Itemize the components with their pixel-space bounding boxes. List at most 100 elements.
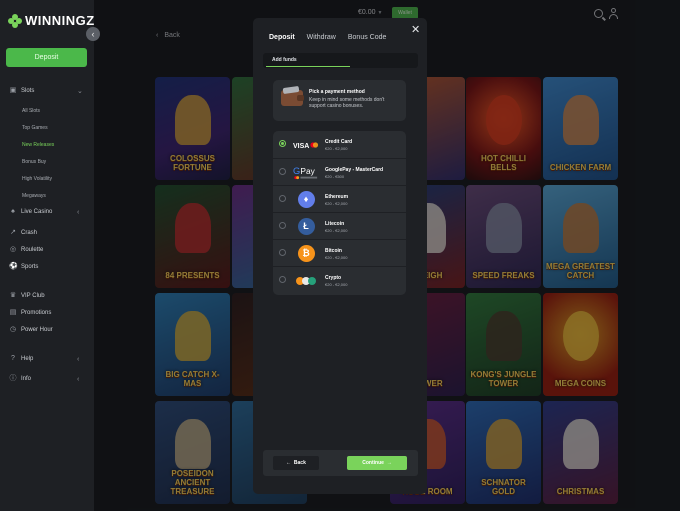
info-title: Pick a payment method: [309, 89, 365, 95]
chevron-left-icon: ‹: [77, 208, 80, 216]
logo-icon: [8, 13, 22, 28]
svg-text:VISA: VISA: [293, 143, 309, 150]
crypto-coins-icon: [293, 272, 319, 289]
brand-name: WINNINGZ: [25, 13, 95, 28]
radio-unselected[interactable]: [279, 168, 286, 175]
info-icon: ⓘ: [9, 375, 17, 382]
method-name: Litecoin: [325, 221, 345, 227]
add-funds-label: Add funds: [272, 57, 297, 63]
sidebar-subitem-new-releases[interactable]: New Releases: [22, 142, 54, 148]
live-casino-icon: ♠: [11, 208, 15, 215]
sidebar-item-label: Sports: [21, 264, 39, 270]
sidebar-item-label: Crash: [21, 230, 38, 236]
radio-unselected[interactable]: [279, 222, 286, 229]
radio-unselected[interactable]: [279, 276, 286, 283]
vip-icon: ♛: [9, 292, 17, 299]
sidebar-item-label: Power Hour: [21, 327, 53, 333]
litecoin-icon: Ł: [293, 218, 319, 235]
help-icon: ?: [11, 355, 15, 362]
sidebar-item-label: Promotions: [21, 310, 52, 316]
info-text: Keep in mind some methods don't support …: [309, 97, 385, 109]
sidebar-item-label: Roulette: [21, 247, 44, 253]
payment-method-crypto[interactable]: Crypto €20 - €2,000: [273, 266, 406, 293]
continue-button-label: Continue: [362, 460, 384, 466]
arrow-left-icon: ←: [286, 460, 292, 466]
payment-method-googlepay[interactable]: G Pay GooglePay - MasterCard €20 - €500: [273, 158, 406, 185]
sidebar-item-live-casino[interactable]: ♠ Live Casino ‹: [9, 208, 79, 216]
sidebar-item-vip-club[interactable]: ♛ VIP Club: [9, 292, 45, 300]
sports-icon: ⚽: [9, 263, 18, 270]
sidebar-item-promotions[interactable]: ▤ Promotions: [9, 309, 52, 317]
logo[interactable]: WINNINGZ: [8, 13, 95, 28]
method-range: €20 - €2,000: [325, 146, 348, 151]
visa-mastercard-icon: VISA: [293, 136, 319, 153]
promotions-icon: ▤: [9, 309, 17, 316]
radio-unselected[interactable]: [279, 249, 286, 256]
arrow-right-icon: →: [386, 460, 392, 466]
sidebar: WINNINGZ Deposit ▣ Slots ⌄ All Slots Top…: [0, 0, 94, 511]
radio-unselected[interactable]: [279, 195, 286, 202]
sidebar-subitem-all-slots[interactable]: All Slots: [22, 108, 40, 114]
deposit-modal: Deposit Withdraw Bonus Code ✕ Add funds …: [253, 18, 427, 494]
active-tab-indicator: [266, 65, 350, 67]
sidebar-item-info[interactable]: ⓘ Info ‹: [9, 375, 80, 383]
sidebar-deposit-button[interactable]: Deposit: [6, 48, 87, 67]
bitcoin-icon: ₿: [293, 245, 319, 262]
chevron-left-icon: ‹: [77, 355, 80, 363]
method-range: €20 - €2,000: [325, 228, 348, 233]
sidebar-item-label: Slots: [21, 88, 35, 94]
wallet-icon: [281, 90, 304, 106]
payment-methods-list: VISA Credit Card €20 - €2,000 G Pay Googl…: [273, 131, 406, 295]
tab-withdraw[interactable]: Withdraw: [307, 34, 336, 41]
back-button-label: Back: [293, 460, 306, 466]
close-icon[interactable]: ✕: [411, 23, 420, 36]
payment-method-bitcoin[interactable]: ₿ Bitcoin €20 - €2,000: [273, 239, 406, 266]
tab-bonus-code[interactable]: Bonus Code: [348, 34, 387, 41]
google-pay-icon: G Pay: [293, 164, 319, 181]
sidebar-subitem-high-volatility[interactable]: High Volatility: [22, 176, 52, 182]
method-range: €20 - €2,000: [325, 201, 348, 206]
power-hour-icon: ◷: [9, 326, 17, 333]
method-range: €20 - €2,000: [325, 282, 348, 287]
method-name: Ethereum: [325, 194, 349, 200]
continue-button[interactable]: Continue →: [347, 456, 407, 470]
sidebar-subitem-top-games[interactable]: Top Games: [22, 125, 48, 131]
payment-method-credit-card[interactable]: VISA Credit Card €20 - €2,000: [273, 131, 406, 158]
sidebar-subitem-megaways[interactable]: Megaways: [22, 193, 46, 199]
sidebar-item-crash[interactable]: ↗ Crash: [9, 229, 37, 237]
ethereum-icon: ♦: [293, 191, 319, 208]
method-name: Crypto: [325, 275, 342, 281]
radio-selected[interactable]: [279, 140, 286, 147]
sidebar-item-slots[interactable]: ▣ Slots ⌄: [9, 87, 83, 95]
roulette-icon: ◎: [9, 246, 17, 253]
slots-icon: ▣: [9, 87, 17, 94]
method-range: €20 - €2,000: [325, 255, 348, 260]
method-name: GooglePay - MasterCard: [325, 167, 384, 173]
modal-footer: ← Back Continue →: [263, 450, 418, 476]
sidebar-item-help[interactable]: ? Help ‹: [9, 355, 79, 363]
sidebar-item-roulette[interactable]: ◎ Roulette: [9, 246, 43, 254]
payment-method-ethereum[interactable]: ♦ Ethereum €20 - €2,000: [273, 185, 406, 212]
sidebar-item-label: Live Casino: [21, 209, 53, 215]
back-button[interactable]: ← Back: [273, 456, 319, 470]
svg-text:Pay: Pay: [300, 166, 315, 176]
sidebar-item-label: Info: [21, 376, 32, 382]
svg-text:G: G: [293, 166, 300, 176]
chevron-left-icon: ‹: [77, 375, 80, 383]
payment-info-card: Pick a payment method Keep in mind some …: [273, 80, 406, 121]
payment-method-litecoin[interactable]: Ł Litecoin €20 - €2,000: [273, 212, 406, 239]
sidebar-collapse-button[interactable]: ‹: [86, 27, 100, 41]
chevron-down-icon: ⌄: [77, 88, 83, 95]
sidebar-subitem-bonus-buy[interactable]: Bonus Buy: [22, 159, 46, 165]
add-funds-tab[interactable]: Add funds: [263, 53, 418, 68]
method-name: Credit Card: [325, 139, 353, 145]
method-range: €20 - €500: [325, 174, 345, 179]
modal-tabs: Deposit Withdraw Bonus Code: [269, 34, 386, 41]
crash-icon: ↗: [10, 229, 16, 236]
sidebar-item-sports[interactable]: ⚽ Sports: [9, 263, 38, 271]
sidebar-item-label: Help: [21, 356, 34, 362]
tab-deposit[interactable]: Deposit: [269, 34, 295, 41]
sidebar-item-power-hour[interactable]: ◷ Power Hour: [9, 326, 53, 334]
sidebar-item-label: VIP Club: [21, 293, 45, 299]
method-name: Bitcoin: [325, 248, 342, 254]
